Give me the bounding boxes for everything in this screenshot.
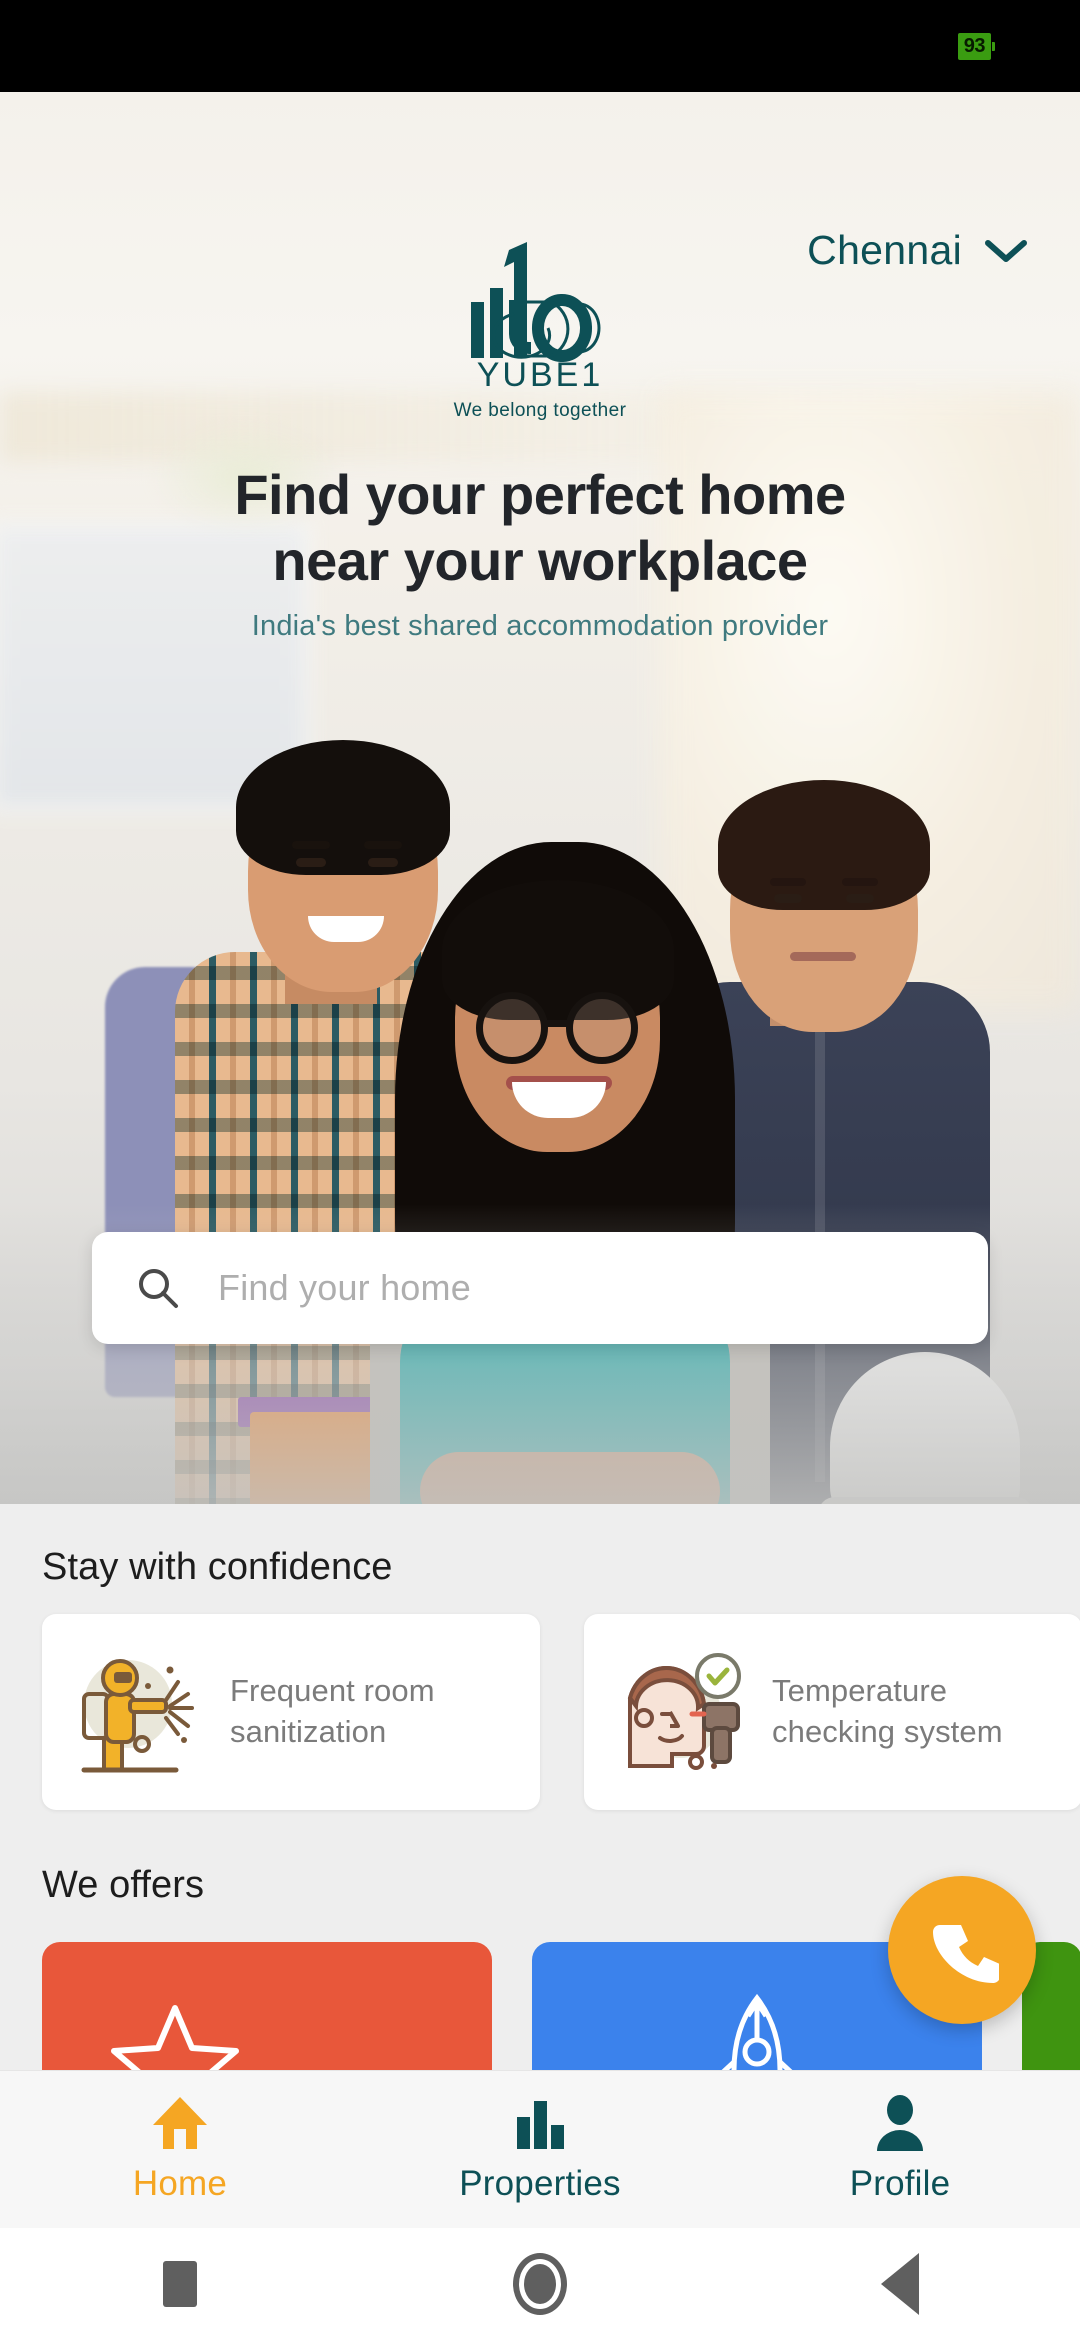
confidence-card-label: Frequent room sanitization: [230, 1671, 435, 1753]
search-icon: [139, 1269, 178, 1308]
home-button[interactable]: [360, 2253, 720, 2315]
home-icon: [153, 2097, 207, 2149]
confidence-card-sanitization[interactable]: Frequent room sanitization: [42, 1614, 540, 1810]
confidence-label-line2: checking system: [772, 1714, 1003, 1749]
confidence-label-line1: Frequent room: [230, 1673, 435, 1709]
hero-headline-block: Find your perfect home near your workpla…: [0, 462, 1080, 643]
confidence-label-line2: sanitization: [230, 1714, 387, 1749]
android-system-nav: [0, 2228, 1080, 2340]
nav-item-home[interactable]: Home: [0, 2095, 360, 2204]
nav-label-profile: Profile: [849, 2164, 951, 2203]
hero-subheadline: India's best shared accommodation provid…: [251, 610, 829, 643]
person-icon: [877, 2095, 923, 2151]
hero-headline: Find your perfect home near your workpla…: [0, 462, 1080, 594]
hero-section: Chennai YUBE1 We belong together Find yo…: [0, 92, 1080, 1504]
call-fab-button[interactable]: [888, 1876, 1036, 2024]
recents-button[interactable]: [0, 2261, 360, 2307]
circle-icon: [513, 2253, 567, 2315]
thermometer-head-icon: [627, 1653, 741, 1770]
triangle-back-icon: [881, 2253, 919, 2315]
offers-section-title: We offers: [42, 1864, 205, 1906]
phone-icon: [933, 1925, 999, 1983]
status-bar: 93: [0, 0, 1080, 92]
confidence-card-label: Temperature checking system: [772, 1671, 1003, 1753]
sanitization-worker-icon: [81, 1659, 194, 1773]
nav-label-home: Home: [132, 2164, 228, 2203]
nav-label-properties: Properties: [459, 2164, 621, 2203]
bottom-navigation: Home Properties Profile: [0, 2070, 1080, 2228]
yube1-logo-icon: [471, 242, 601, 362]
city-selector[interactable]: Chennai: [807, 227, 1028, 274]
chevron-down-icon: [985, 239, 1027, 262]
nav-item-properties[interactable]: Properties: [360, 2095, 720, 2204]
confidence-section-title: Stay with confidence: [42, 1546, 393, 1588]
square-icon: [163, 2261, 197, 2307]
nav-item-profile[interactable]: Profile: [720, 2095, 1080, 2204]
hero-headline-line2: near your workplace: [272, 529, 808, 593]
confidence-card-temperature[interactable]: Temperature checking system: [584, 1614, 1080, 1810]
battery-indicator: 93: [957, 32, 995, 60]
back-button[interactable]: [720, 2253, 1080, 2315]
logo-tagline: We belong together: [453, 400, 627, 421]
city-label: Chennai: [807, 227, 962, 273]
logo-name: YUBE1: [476, 356, 604, 394]
confidence-card-row: Frequent room sanitization Temperature c…: [42, 1614, 1080, 1810]
hero-headline-line1: Find your perfect home: [234, 463, 846, 526]
confidence-label-line1: Temperature: [772, 1673, 948, 1709]
battery-cap-icon: [992, 41, 995, 51]
bar-chart-icon: [517, 2101, 564, 2149]
battery-percent-label: 93: [957, 32, 991, 60]
search-bar[interactable]: Find your home: [92, 1232, 988, 1344]
search-input[interactable]: Find your home: [218, 1267, 471, 1309]
